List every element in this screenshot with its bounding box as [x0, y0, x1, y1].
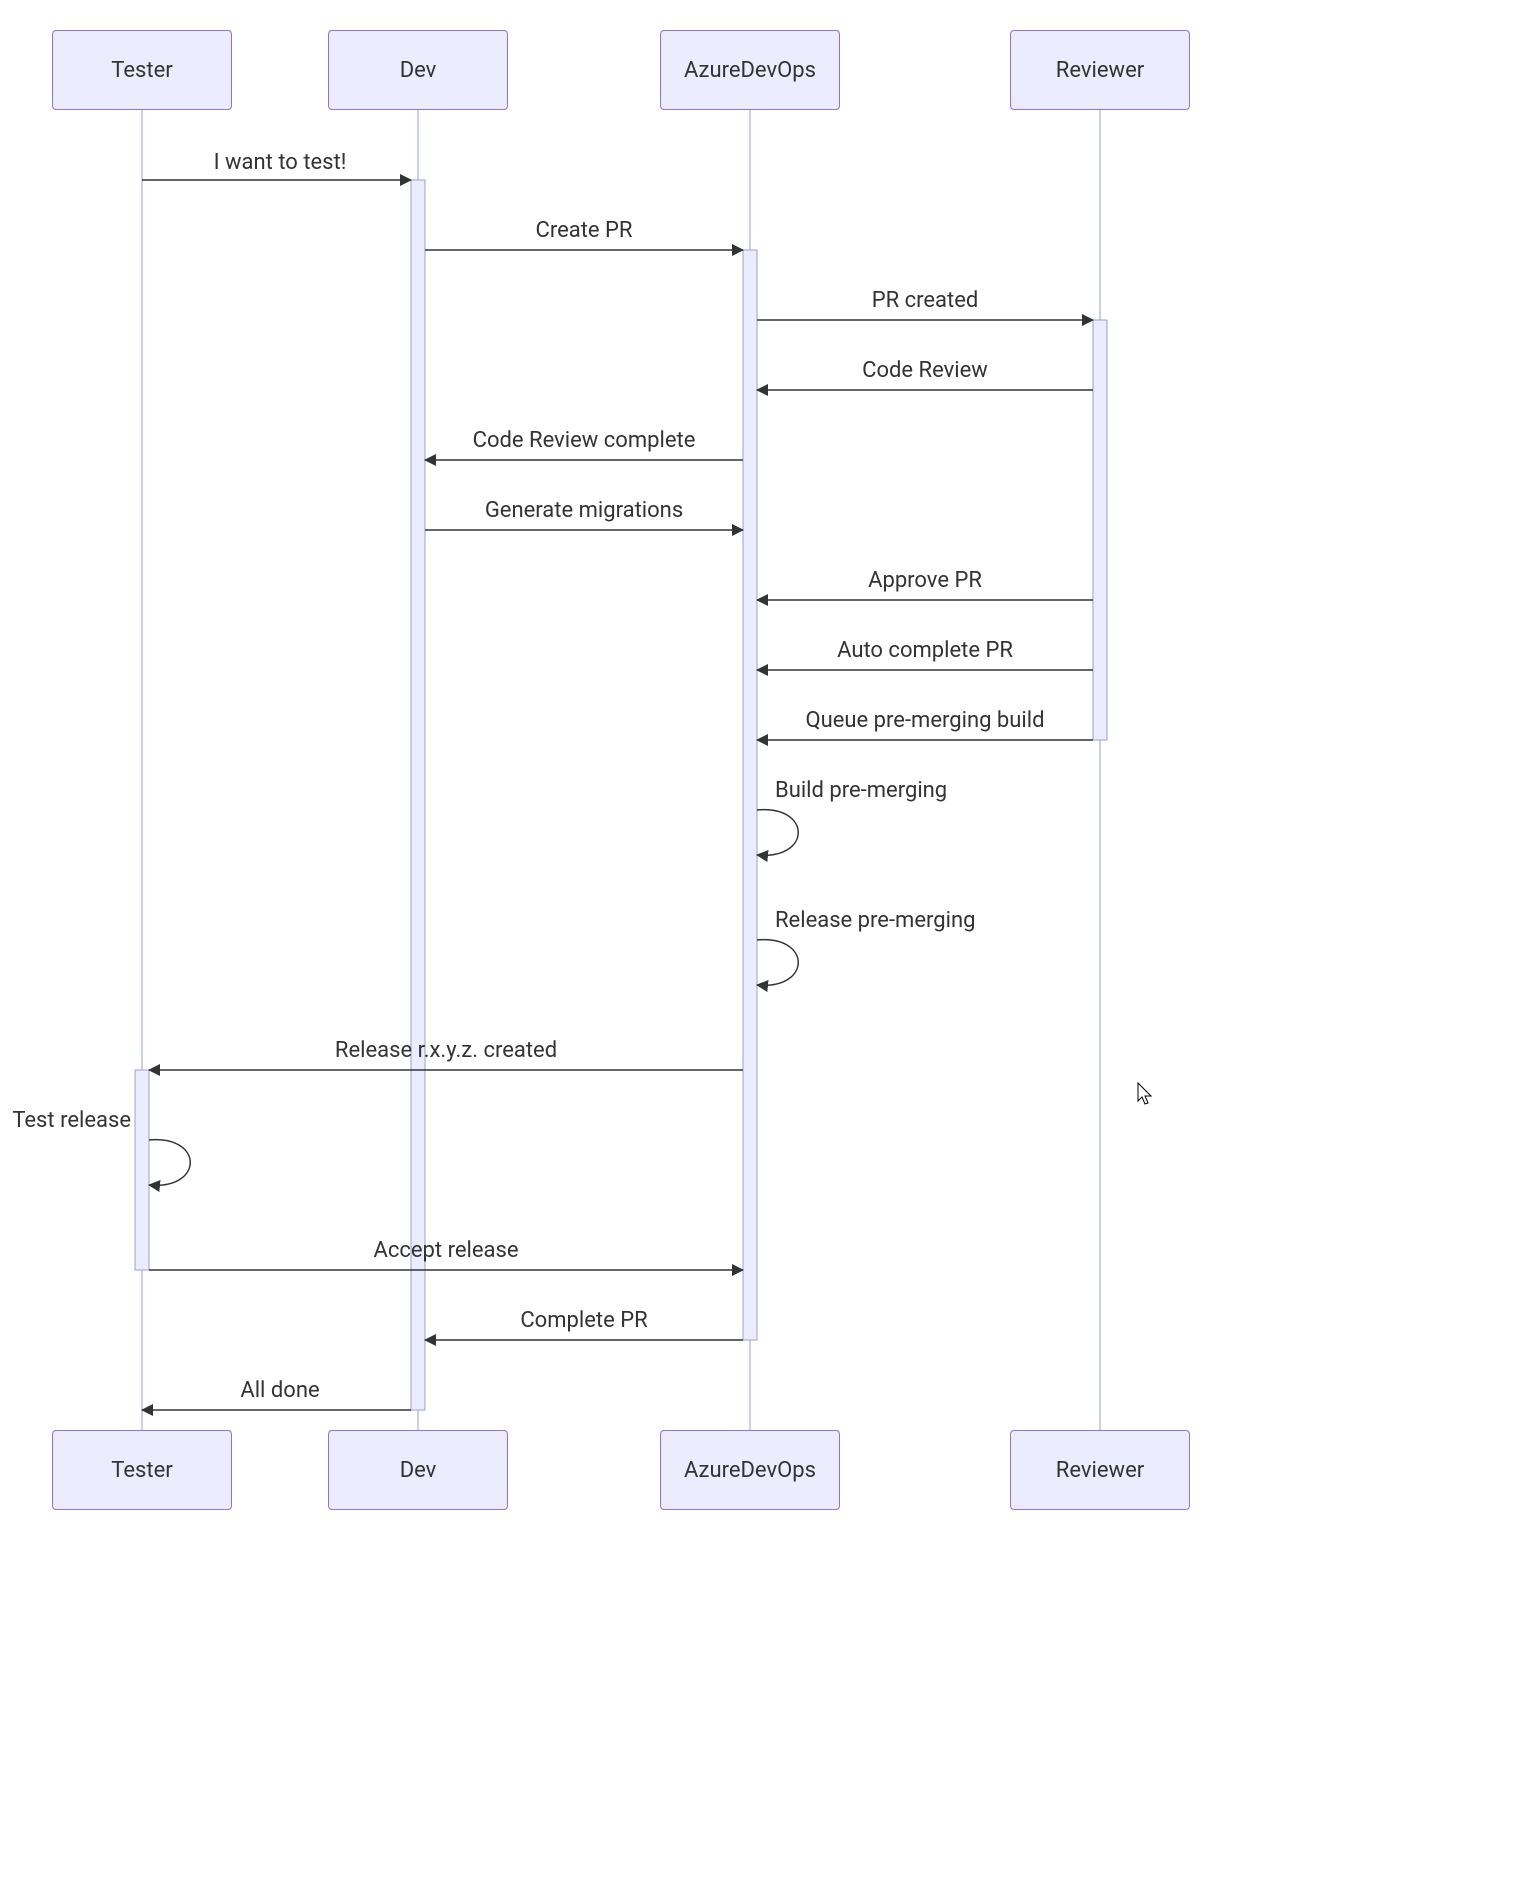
message-label-m4: Code Review [862, 358, 988, 383]
message-label-m2: Create PR [536, 218, 633, 243]
actor-box-dev-top: Dev [328, 30, 508, 110]
actor-box-ado-top: AzureDevOps [660, 30, 840, 110]
actor-label: Tester [111, 58, 172, 83]
cursor-icon [1138, 1083, 1151, 1104]
actor-box-ado-bottom: AzureDevOps [660, 1430, 840, 1510]
message-label-m9: Queue pre-merging build [806, 708, 1045, 733]
message-arrow-m10 [757, 810, 798, 856]
actor-box-reviewer-top: Reviewer [1010, 30, 1190, 110]
message-arrow-m11 [757, 940, 798, 986]
actor-label: Reviewer [1056, 58, 1144, 83]
actor-box-tester-top: Tester [52, 30, 232, 110]
activation-ado [743, 250, 757, 1340]
message-label-m16: All done [240, 1378, 319, 1403]
message-label-m8: Auto complete PR [837, 638, 1013, 663]
message-label-m5: Code Review complete [473, 428, 696, 453]
message-label-m6: Generate migrations [485, 498, 683, 523]
actor-box-dev-bottom: Dev [328, 1430, 508, 1510]
actor-box-tester-bottom: Tester [52, 1430, 232, 1510]
message-label-m3: PR created [872, 288, 979, 313]
actor-label: AzureDevOps [684, 58, 816, 83]
message-label-m7: Approve PR [868, 568, 982, 593]
actor-label: Tester [111, 1458, 172, 1483]
activation-reviewer [1093, 320, 1107, 740]
activation-dev [411, 180, 425, 1410]
actor-box-reviewer-bottom: Reviewer [1010, 1430, 1190, 1510]
actor-label: AzureDevOps [684, 1458, 816, 1483]
message-label-m11: Release pre-merging [775, 908, 975, 933]
message-label-m1: I want to test! [214, 150, 347, 175]
actor-label: Dev [400, 58, 437, 83]
diagram-svg [0, 0, 1520, 1897]
message-label-m13: Test release [12, 1108, 131, 1133]
actor-label: Reviewer [1056, 1458, 1144, 1483]
message-label-m12: Release r.x.y.z. created [335, 1038, 557, 1063]
actor-label: Dev [400, 1458, 437, 1483]
message-label-m15: Complete PR [520, 1308, 647, 1333]
message-arrow-m13 [149, 1140, 190, 1186]
activation-tester [135, 1070, 149, 1270]
message-label-m10: Build pre-merging [775, 778, 947, 803]
message-label-m14: Accept release [374, 1238, 519, 1263]
sequence-diagram: I want to test! Create PR PR created Code R… [0, 0, 1520, 1897]
